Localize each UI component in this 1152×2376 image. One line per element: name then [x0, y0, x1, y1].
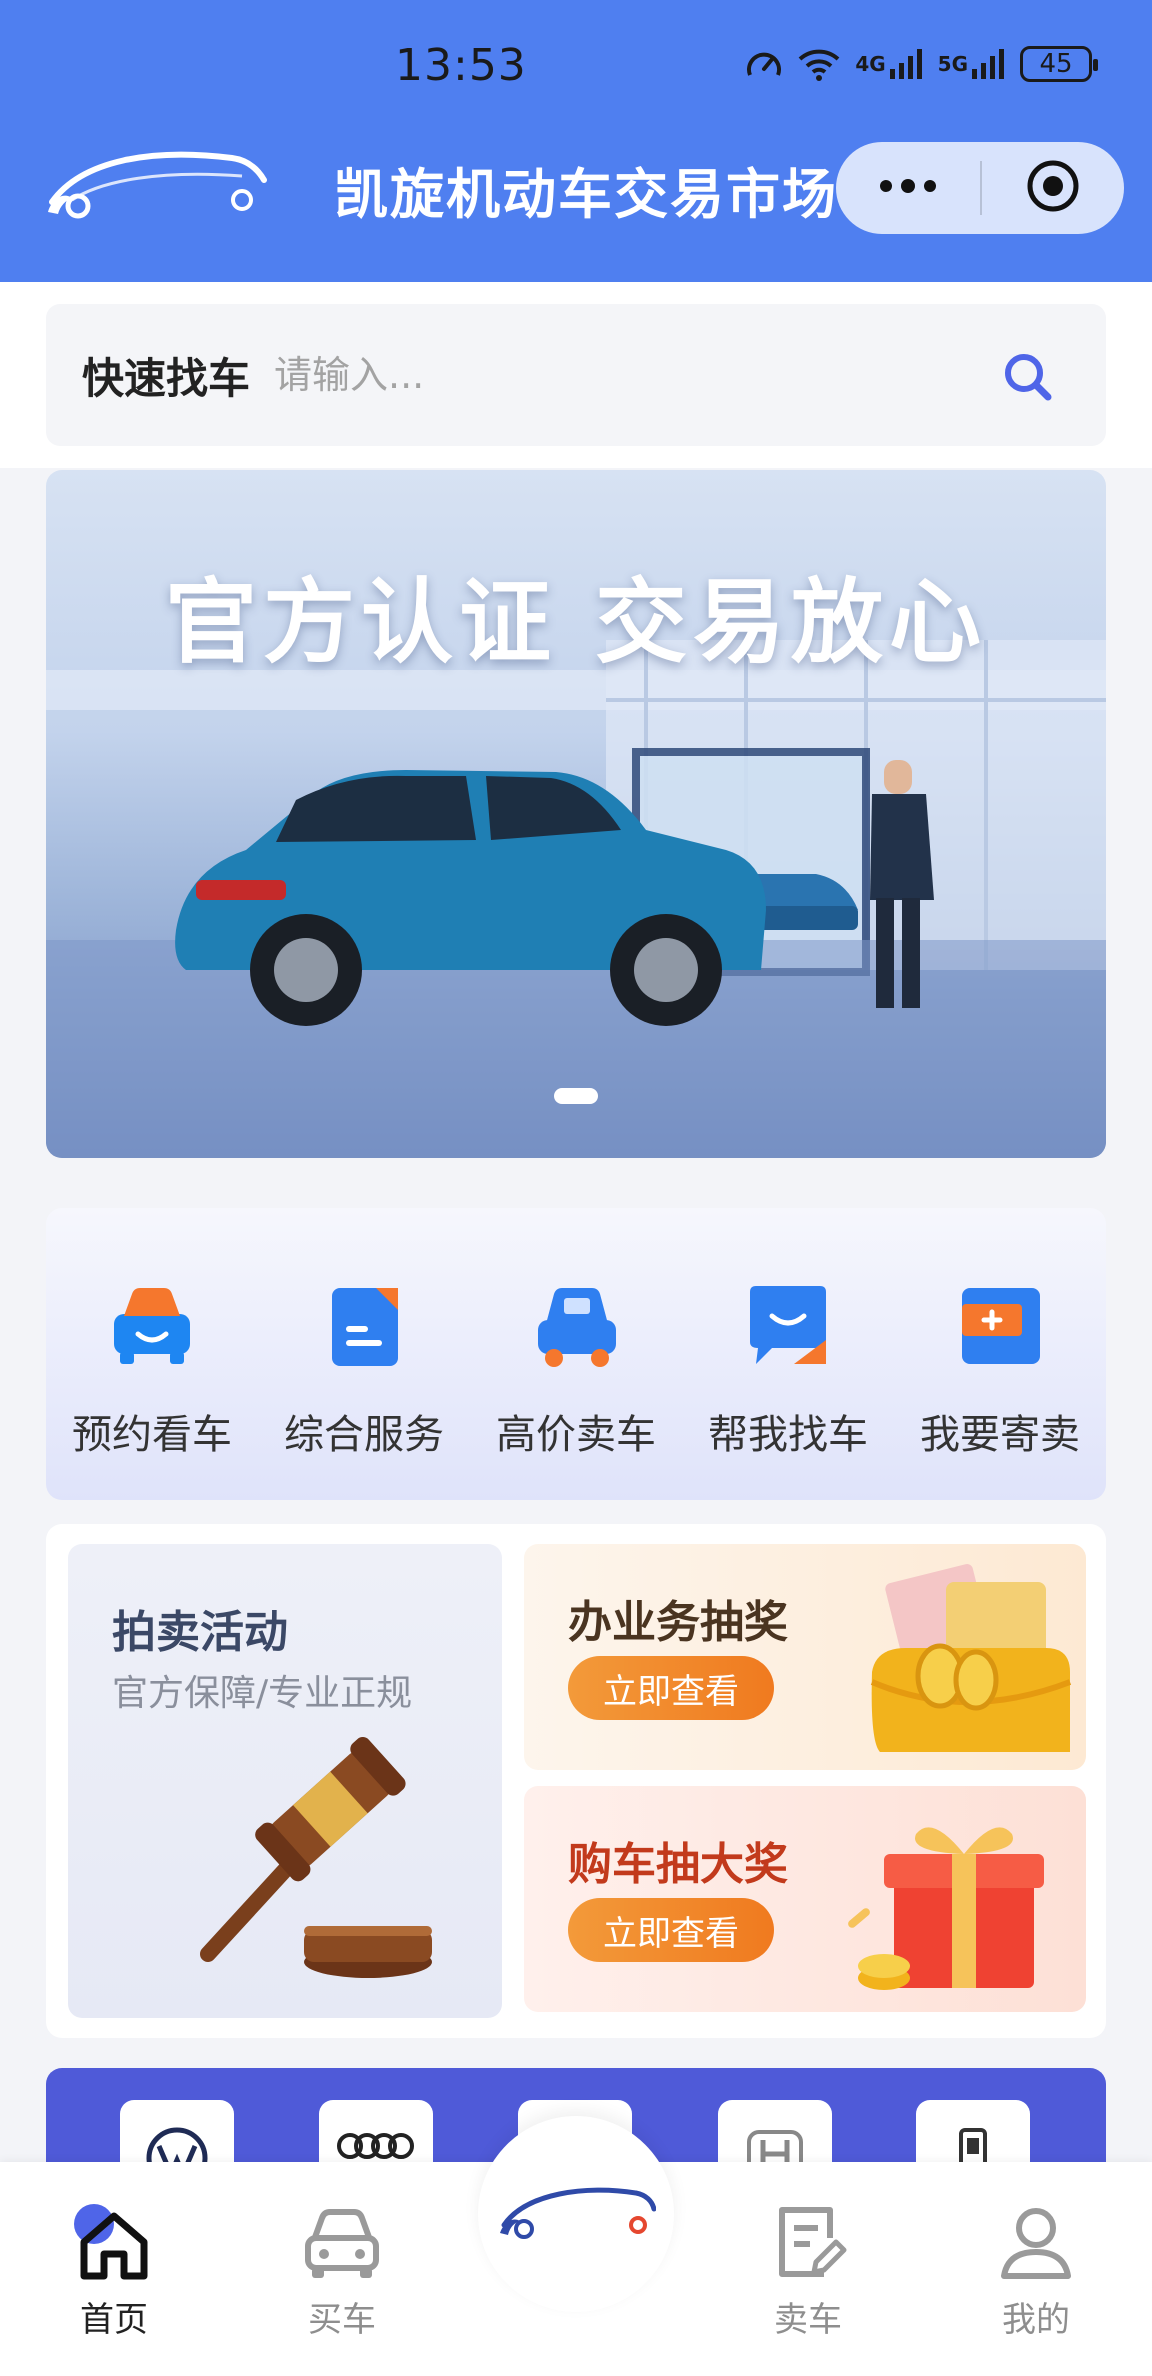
- signal-4g-icon: 4G: [855, 47, 923, 81]
- tab-label: 首页: [80, 2300, 148, 2340]
- wifi-icon: [797, 47, 841, 81]
- gift-box-icon: [836, 1794, 1076, 2012]
- purchase-lottery-title: 购车抽大奖: [568, 1839, 788, 1890]
- tab-label: 卖车: [774, 2300, 842, 2340]
- gavel-icon: [128, 1734, 448, 1998]
- auction-subtitle: 官方保障/专业正规: [112, 1673, 413, 1714]
- user-icon: [1001, 2208, 1071, 2279]
- view-now-button[interactable]: 立即查看: [568, 1898, 774, 1962]
- app-logo-icon: [500, 2187, 656, 2239]
- business-lottery-card[interactable]: 办业务抽奖 立即查看: [524, 1544, 1086, 1770]
- consign-icon: [954, 1280, 1046, 1372]
- promo-section: 拍卖活动 官方保障/专业正规 办业务抽奖 立即查看 购车抽大奖 立即查看: [46, 1524, 1106, 2038]
- home-icon: [74, 2204, 148, 2280]
- signal-5g-icon: 5G: [938, 47, 1006, 81]
- service-label: 高价卖车: [496, 1412, 656, 1458]
- car-sell-icon: [530, 1280, 622, 1372]
- promo-banner[interactable]: 官方认证 交易放心: [46, 470, 1106, 1158]
- view-now-button[interactable]: 立即查看: [568, 1656, 774, 1720]
- more-dots-icon: [878, 178, 938, 198]
- status-time: 13:53: [395, 40, 527, 91]
- car-icon: [305, 2209, 379, 2278]
- service-label: 预约看车: [72, 1412, 232, 1458]
- tab-label: 我的: [1002, 2300, 1070, 2340]
- nav-bar: 凯旋机动车交易市场: [0, 140, 1152, 236]
- network-4g-label: 4G: [855, 52, 886, 76]
- close-button[interactable]: [982, 142, 1124, 234]
- chat-find-icon: [742, 1280, 834, 1372]
- tab-center-logo[interactable]: [478, 2116, 674, 2312]
- app-logo: [42, 140, 272, 230]
- auction-card[interactable]: 拍卖活动 官方保障/专业正规: [68, 1544, 502, 2018]
- search-icon[interactable]: [1000, 349, 1056, 405]
- service-sell-high[interactable]: 高价卖车: [470, 1208, 682, 1500]
- target-close-icon: [1025, 158, 1081, 218]
- battery-indicator: 45: [1020, 46, 1098, 82]
- banner-headline: 官方认证 交易放心: [164, 569, 988, 676]
- tab-home[interactable]: 首页: [44, 2202, 184, 2352]
- purchase-lottery-card[interactable]: 购车抽大奖 立即查看: [524, 1786, 1086, 2012]
- auction-title: 拍卖活动: [112, 1607, 288, 1658]
- banner-pagination-dot: [554, 1088, 598, 1104]
- app-header: 13:53 4G 5G 45 凯旋机动车交易市场: [0, 0, 1152, 282]
- service-label: 帮我找车: [708, 1412, 868, 1458]
- business-lottery-title: 办业务抽奖: [568, 1597, 788, 1648]
- edit-document-icon: [779, 2207, 847, 2277]
- service-label: 综合服务: [284, 1412, 444, 1458]
- status-bar: 13:53 4G 5G 45: [0, 0, 1152, 136]
- speed-icon: [745, 47, 783, 81]
- tab-buy-car[interactable]: 买车: [272, 2202, 412, 2352]
- document-service-icon: [318, 1280, 410, 1372]
- app-title: 凯旋机动车交易市场: [334, 163, 838, 226]
- search-bar[interactable]: 快速找车: [46, 304, 1106, 446]
- service-find-car[interactable]: 帮我找车: [682, 1208, 894, 1500]
- service-consign[interactable]: 我要寄卖: [894, 1208, 1106, 1500]
- tab-mine[interactable]: 我的: [966, 2202, 1106, 2352]
- status-icons: 4G 5G 45: [745, 46, 1098, 82]
- more-button[interactable]: [836, 142, 980, 234]
- quick-services: 预约看车 综合服务 高价卖车 帮我找车 我要寄卖: [46, 1208, 1106, 1500]
- service-appointment[interactable]: 预约看车: [46, 1208, 258, 1500]
- car-appointment-icon: [106, 1280, 198, 1372]
- search-input[interactable]: [274, 353, 955, 397]
- mini-program-capsule: [836, 142, 1124, 234]
- network-5g-label: 5G: [937, 52, 968, 76]
- service-general[interactable]: 综合服务: [258, 1208, 470, 1500]
- search-label: 快速找车: [82, 353, 251, 403]
- money-bag-icon: [856, 1552, 1076, 1770]
- search-section: 快速找车: [0, 282, 1152, 468]
- service-label: 我要寄卖: [920, 1412, 1080, 1458]
- tab-sell-car[interactable]: 卖车: [738, 2202, 878, 2352]
- tab-label: 买车: [308, 2300, 376, 2340]
